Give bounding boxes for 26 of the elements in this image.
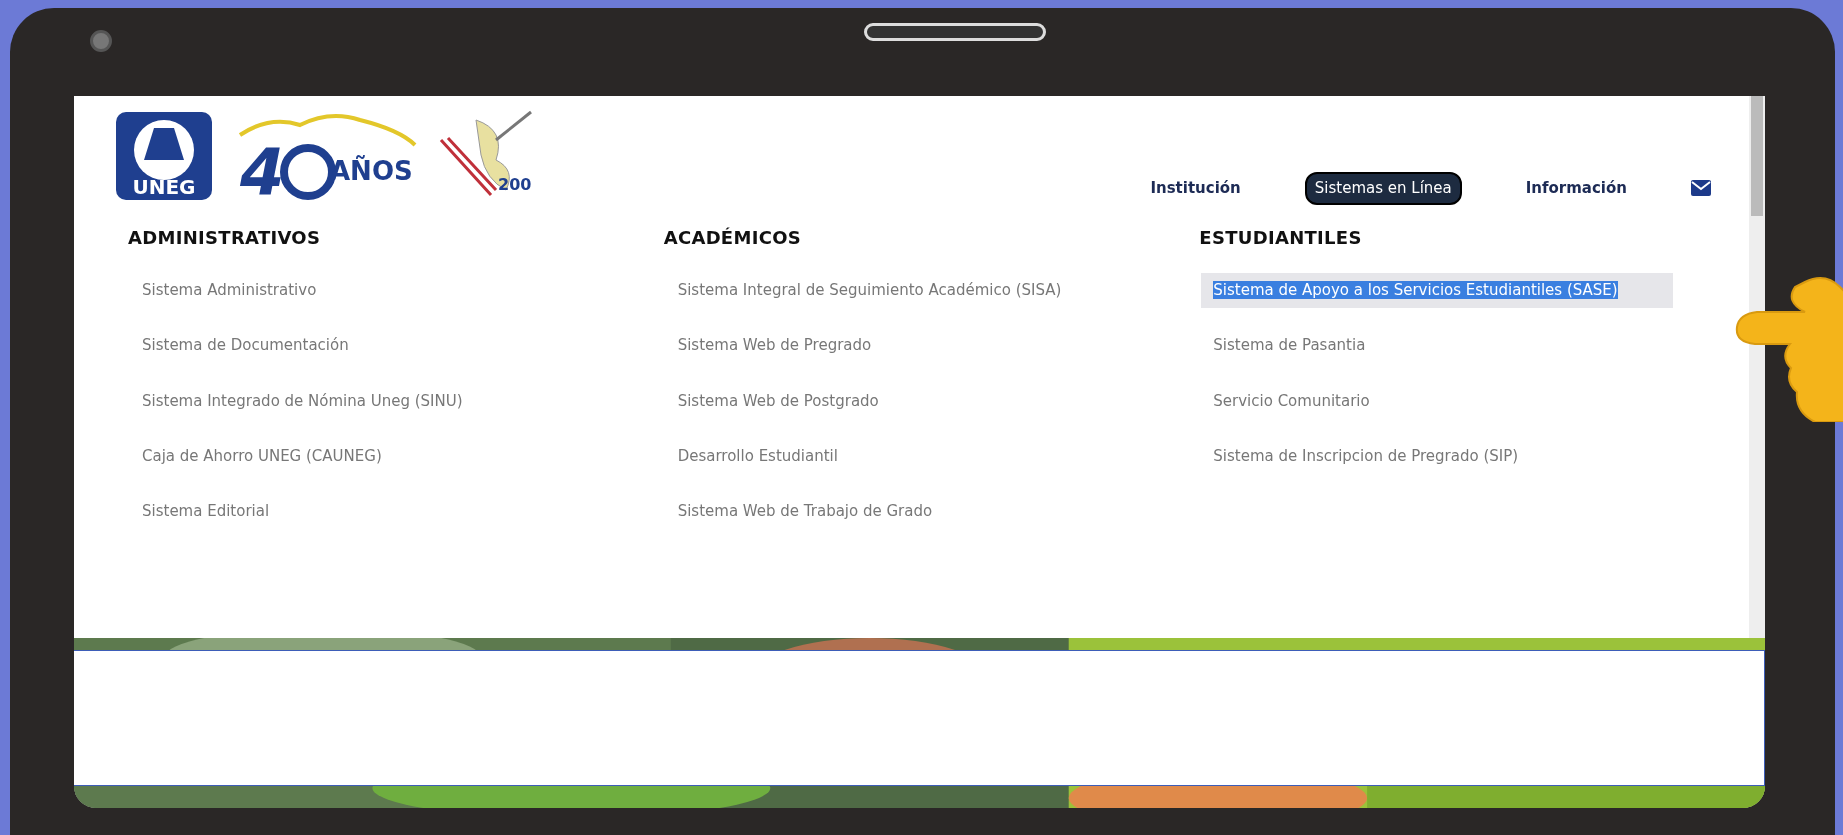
system-link[interactable]: Sistema de Apoyo a los Servicios Estudiantiles (SASE) — [1201, 273, 1673, 309]
nav-link[interactable]: Institución — [1142, 174, 1249, 203]
camera-icon — [90, 30, 112, 52]
column-heading: ACADÉMICOS — [663, 226, 803, 250]
mail-icon[interactable] — [1691, 180, 1711, 197]
system-link[interactable]: Caja de Ahorro UNEG (CAUNEG) — [130, 438, 602, 474]
system-link[interactable]: Sistema Web de Trabajo de Grado — [665, 494, 1138, 530]
scrollbar[interactable] — [1749, 96, 1765, 638]
nav-link[interactable]: Sistemas en Línea — [1304, 172, 1462, 205]
column-heading: ESTUDIANTILES — [1199, 226, 1363, 250]
system-link[interactable]: Sistema Integrado de Nómina Uneg (SINU) — [130, 383, 602, 419]
nav-link[interactable]: Información — [1517, 174, 1635, 203]
system-link[interactable]: Sistema de Documentación — [130, 328, 602, 364]
system-link[interactable]: Desarrollo Estudiantil — [665, 438, 1138, 474]
system-link[interactable]: Sistema Web de Pregrado — [665, 328, 1138, 364]
university-logo: UNEG — [114, 110, 214, 202]
system-link[interactable]: Sistema de Pasantia — [1201, 328, 1673, 364]
speaker-icon — [864, 23, 1046, 41]
system-link[interactable]: Sistema Integral de Seguimiento Académico (SISA) — [665, 273, 1138, 309]
system-link[interactable]: Sistema Administrativo — [130, 273, 602, 309]
system-link[interactable]: Sistema Editorial — [130, 494, 602, 530]
system-link[interactable]: Sistema de Inscripcion de Pregrado (SIP) — [1201, 438, 1673, 474]
column-heading: ADMINISTRATIVOS — [128, 226, 322, 250]
bicentennial-logo: 200 — [436, 110, 536, 202]
system-link[interactable]: Sistema Web de Postgrado — [665, 383, 1138, 419]
system-link[interactable]: Servicio Comunitario — [1201, 383, 1673, 419]
